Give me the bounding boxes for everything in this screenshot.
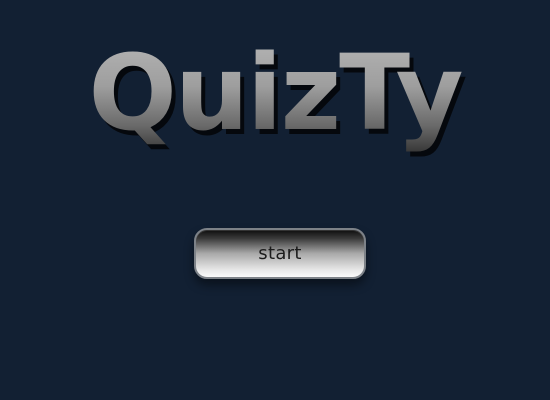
title-container: QuizTy — [0, 28, 550, 168]
app-title: QuizTy — [88, 28, 463, 158]
start-screen: QuizTy start — [0, 0, 550, 400]
start-button[interactable]: start — [194, 228, 366, 279]
start-button-label: start — [258, 243, 302, 264]
